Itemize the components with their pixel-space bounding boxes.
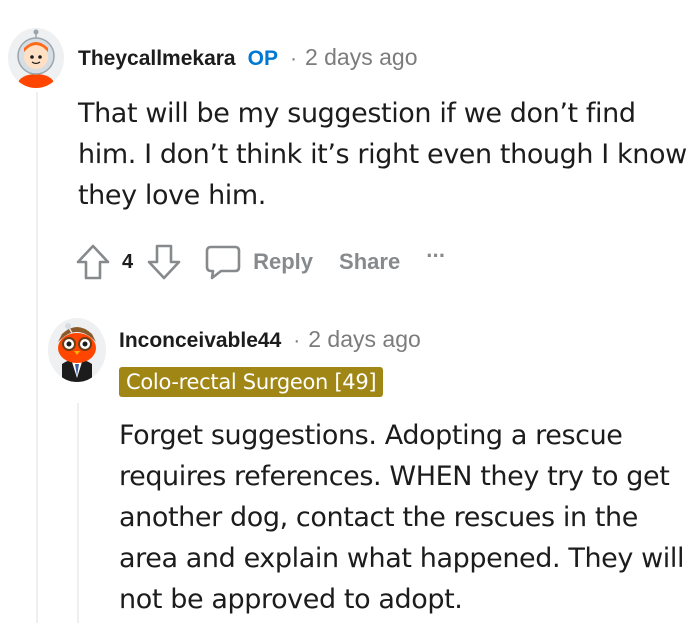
separator-dot: · (293, 329, 301, 352)
user-avatar-theycallmekara[interactable] (8, 28, 64, 88)
upvote-icon[interactable] (74, 242, 112, 282)
comment-line: him. I don’t think it’s right even thoug… (78, 139, 687, 170)
comment-meta-1: Theycallmekara OP · 2 days ago (78, 44, 417, 71)
downvote-icon[interactable] (145, 242, 183, 282)
comment-bubble-icon (203, 242, 243, 282)
thread-line-2[interactable] (77, 403, 79, 623)
comment-body-1: That will be my suggestion if we don’t f… (78, 93, 688, 216)
snoo-owl-avatar (58, 323, 96, 382)
username[interactable]: Theycallmekara (78, 47, 236, 71)
username[interactable]: Inconceivable44 (119, 329, 281, 353)
comment-line: requires references. WHEN they try to ge… (119, 461, 670, 492)
timestamp[interactable]: 2 days ago (305, 44, 418, 71)
timestamp[interactable]: 2 days ago (308, 326, 421, 353)
comment-line: area and explain what happened. They wil… (119, 543, 685, 574)
comment-line: Forget suggestions. Adopting a rescue (119, 420, 623, 451)
share-button[interactable]: Share (339, 249, 400, 275)
more-options-button[interactable]: ··· (426, 243, 446, 269)
user-avatar-inconceivable44[interactable] (48, 318, 106, 382)
vote-count: 4 (122, 250, 134, 273)
comment-actions-1: 4 Reply Share ··· (74, 242, 446, 282)
user-flair: Colo-rectal Surgeon [49] (119, 367, 384, 397)
comment-meta-2: Inconceivable44 · 2 days ago (119, 326, 421, 353)
thread-line-1[interactable] (36, 92, 38, 623)
reply-label: Reply (253, 249, 314, 274)
comment-line: That will be my suggestion if we don’t f… (78, 98, 636, 129)
snoo-astronaut-avatar (17, 29, 55, 88)
op-badge: OP (247, 47, 278, 70)
comment-body-2: Forget suggestions. Adopting a rescue re… (119, 415, 694, 620)
reply-button[interactable]: Reply (203, 242, 313, 282)
comment-line: another dog, contact the rescues in the (119, 502, 638, 533)
comment-line: not be approved to adopt. (119, 584, 463, 615)
comment-line: they love him. (78, 180, 266, 211)
separator-dot: · (289, 47, 297, 70)
